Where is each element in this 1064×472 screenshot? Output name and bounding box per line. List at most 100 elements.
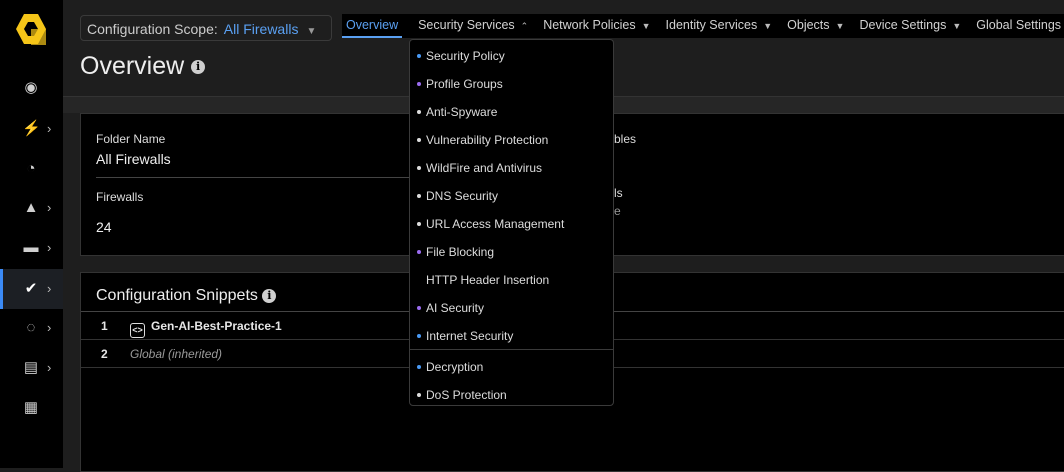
status-dot-icon [417, 250, 421, 254]
sidebar-item-activity[interactable]: ▬ › [0, 228, 63, 268]
status-dot-icon [417, 365, 421, 369]
report-icon: ▤ [23, 359, 39, 376]
menu-item-dns-security[interactable]: DNS Security [410, 181, 613, 209]
menu-item-label: Anti-Spyware [426, 105, 498, 119]
chevron-down-icon: ▼ [306, 26, 317, 37]
menu-item-label: Security Policy [426, 49, 505, 63]
menu-divider [410, 349, 613, 350]
tab-identity-services[interactable]: Identity Services ▼ [662, 14, 773, 38]
menu-item-label: File Blocking [426, 245, 495, 259]
menu-item-label: Decryption [426, 360, 484, 374]
menu-item-profile-groups[interactable]: Profile Groups [410, 69, 613, 97]
sidebar-item-dashboards[interactable]: ◔ [0, 149, 63, 189]
shield-check-icon: ✔ [24, 280, 38, 297]
snippets-title: Configuration Snippets i [96, 287, 277, 305]
menu-item-http-header-insertion[interactable]: HTTP Header Insertion [410, 265, 613, 293]
chevron-up-icon: ⌃ [520, 21, 529, 31]
chevron-down-icon: ▼ [763, 21, 773, 31]
page-title-text: Overview [80, 52, 185, 80]
target-icon: ◉ [24, 79, 38, 96]
folder-name-label: Folder Name [96, 132, 166, 146]
tab-label: Identity Services [665, 18, 758, 32]
sidebar-item-insights[interactable]: ⚡ › [0, 109, 63, 149]
security-services-dropdown: Security Policy Profile Groups Anti-Spywar… [409, 39, 614, 406]
page-title: Overview i [80, 52, 206, 81]
menu-item-url-access-management[interactable]: URL Access Management [410, 209, 613, 237]
chevron-right-icon: › [47, 240, 52, 255]
menu-item-label: Profile Groups [426, 77, 503, 91]
label-fragment: ls [614, 186, 623, 200]
status-dot-icon [417, 138, 421, 142]
menu-item-wildfire-and-antivirus[interactable]: WildFire and Antivirus [410, 153, 613, 181]
chevron-down-icon: ▼ [641, 21, 651, 31]
menu-item-security-policy[interactable]: Security Policy [410, 41, 613, 69]
sidebar: ◉ ⚡ › ◔ ▲ › ▬ › ✔ › ◌ › ▤ › ▦ [0, 0, 63, 468]
chevron-right-icon: › [47, 281, 52, 296]
chevron-down-icon: ▼ [952, 21, 962, 31]
dotted-circle-icon: ◌ [26, 319, 36, 336]
tab-security-services[interactable]: Security Services ⌃ [414, 14, 528, 38]
menu-item-dos-protection[interactable]: DoS Protection [410, 380, 613, 408]
menu-item-file-blocking[interactable]: File Blocking [410, 237, 613, 265]
monitor-pulse-icon: ▬ [23, 239, 39, 256]
menu-item-label: Internet Security [426, 329, 514, 343]
chevron-right-icon: › [47, 320, 52, 335]
info-icon[interactable]: i [262, 288, 277, 303]
status-dot-icon [417, 334, 421, 338]
menu-item-internet-security[interactable]: Internet Security [410, 321, 613, 349]
status-dot-icon [417, 306, 421, 310]
info-icon[interactable]: i [191, 60, 206, 75]
menu-item-decryption[interactable]: Decryption [410, 352, 613, 380]
row-number: 1 [101, 319, 108, 333]
menu-item-label: WildFire and Antivirus [426, 161, 543, 175]
tab-overview[interactable]: Overview [342, 14, 403, 38]
row-number: 2 [101, 347, 108, 361]
tab-label: Network Policies [543, 18, 636, 32]
menu-item-label: Vulnerability Protection [426, 133, 549, 147]
sidebar-item-workflows[interactable]: ◌ › [0, 308, 63, 348]
sparkle-chart-icon: ⚡ [22, 120, 41, 137]
chevron-right-icon: › [47, 360, 52, 375]
menu-item-anti-spyware[interactable]: Anti-Spyware [410, 97, 613, 125]
divider [96, 177, 416, 178]
sidebar-item-incidents[interactable]: ▲ › [0, 188, 63, 228]
tab-global-settings[interactable]: Global Settings▼ [972, 14, 1064, 38]
tab-label: Global Settings [976, 18, 1062, 32]
firewalls-count: 24 [96, 219, 112, 235]
gauge-icon: ◔ [26, 160, 36, 177]
top-nav: Overview Security Services ⌃ Network Poli… [342, 14, 1064, 38]
grid-plus-icon: ▦ [23, 399, 39, 416]
tab-device-settings[interactable]: Device Settings ▼ [855, 14, 961, 38]
menu-item-label: DoS Protection [426, 388, 507, 402]
scope-value: All Firewalls [223, 21, 299, 37]
status-dot-icon [417, 166, 421, 170]
configuration-scope-select[interactable]: Configuration Scope: All Firewalls ▼ [80, 15, 332, 41]
status-dot-icon [417, 82, 421, 86]
sidebar-item-monitor[interactable]: ◉ [0, 68, 63, 108]
sidebar-item-marketplace[interactable]: ▦ [0, 388, 63, 428]
variables-label-fragment: bles [614, 132, 637, 146]
folder-name-value: All Firewalls [96, 151, 171, 167]
status-dot-icon [417, 54, 421, 58]
sidebar-item-manage[interactable]: ✔ › [0, 269, 63, 309]
menu-item-vulnerability-protection[interactable]: Vulnerability Protection [410, 125, 613, 153]
tab-network-policies[interactable]: Network Policies ▼ [539, 14, 650, 38]
status-dot-icon [417, 110, 421, 114]
tab-label: Objects [787, 18, 830, 32]
status-dot-icon [417, 222, 421, 226]
logo-icon[interactable] [16, 13, 46, 45]
snippet-name[interactable]: Gen-AI-Best-Practice-1 [151, 319, 282, 333]
firewalls-label: Firewalls [96, 190, 144, 204]
scope-label: Configuration Scope: [87, 21, 218, 37]
tab-label: Security Services [418, 18, 515, 32]
tab-objects[interactable]: Objects ▼ [783, 14, 844, 38]
menu-item-label: AI Security [426, 301, 485, 315]
tab-label: Device Settings [859, 18, 947, 32]
menu-item-label: URL Access Management [426, 217, 565, 231]
menu-item-ai-security[interactable]: AI Security [410, 293, 613, 321]
chevron-down-icon: ▼ [835, 21, 845, 31]
sidebar-item-reports[interactable]: ▤ › [0, 348, 63, 388]
value-fragment: e [614, 204, 621, 218]
menu-item-label: HTTP Header Insertion [426, 273, 550, 287]
status-dot-icon [417, 393, 421, 397]
